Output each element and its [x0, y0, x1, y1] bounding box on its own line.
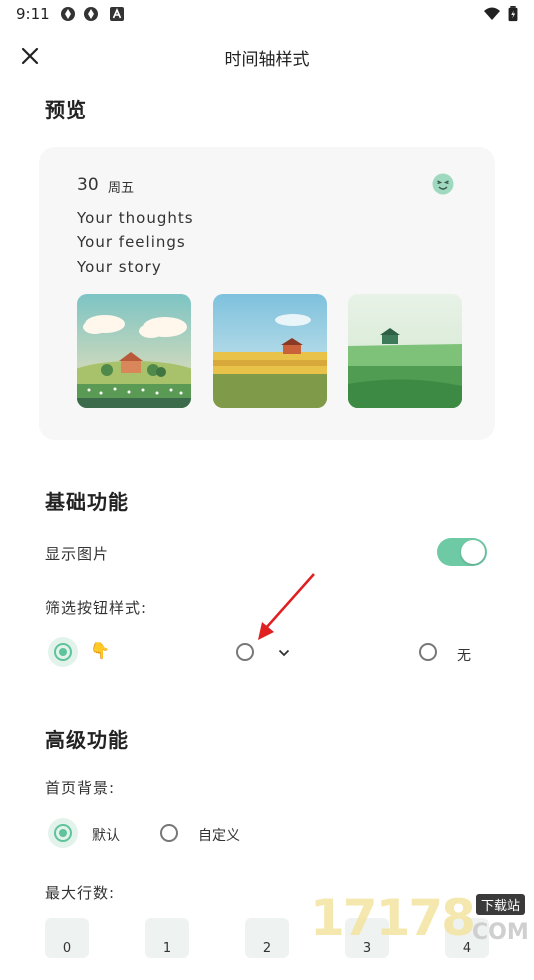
toggle-knob [461, 540, 485, 564]
wifi-icon [484, 7, 500, 20]
status-bar: 9:11 [0, 0, 534, 28]
annotation-arrow [258, 573, 315, 640]
preview-heading: 预览 [45, 98, 87, 122]
watermark-badge: 下载站 [476, 894, 526, 915]
radio-bg-custom-label: 自定义 [198, 828, 240, 844]
preview-card: 30 周五 Your thoughts Your feelings Your s… [39, 147, 495, 440]
cottage-landscape-image [77, 294, 191, 408]
radio-filter-none[interactable] [419, 643, 437, 661]
title-bar: 时间轴样式 [0, 34, 534, 78]
advanced-heading: 高级功能 [45, 728, 129, 752]
max-rows-option-0[interactable]: 0 [45, 918, 89, 958]
max-rows-option-1[interactable]: 1 [145, 918, 189, 958]
watermark-number: 17178 [310, 889, 476, 947]
preview-line: Your feelings [77, 233, 186, 251]
radio-filter-chevron[interactable] [236, 643, 254, 661]
chevron-down-icon [278, 649, 290, 657]
farm-wheat-field-image [213, 294, 327, 408]
preview-line: Your thoughts [77, 209, 194, 227]
battery-icon [508, 6, 518, 22]
home-bg-label: 首页背景: [45, 779, 116, 797]
sync-icon [84, 7, 98, 21]
show-image-label: 显示图片 [45, 545, 110, 563]
page-title: 时间轴样式 [224, 50, 310, 70]
max-rows-option-2[interactable]: 2 [245, 918, 289, 958]
sync-icon [61, 7, 75, 21]
watermark-suffix: COM [472, 920, 529, 945]
mood-face-icon [432, 173, 454, 195]
watermark-logo: 17178 下载站 COM [306, 886, 534, 950]
date-number: 30 [77, 175, 99, 195]
basic-heading: 基础功能 [45, 490, 129, 514]
weekday: 周五 [108, 181, 135, 196]
finger-pointer-icon: 👇 [90, 641, 110, 660]
filter-style-label: 筛选按钮样式: [45, 599, 148, 617]
status-time: 9:11 [16, 5, 50, 23]
green-meadow-image [348, 294, 462, 408]
radio-bg-default-label: 默认 [92, 828, 120, 844]
radio-filter-finger[interactable] [54, 643, 72, 661]
radio-bg-custom[interactable] [160, 824, 178, 842]
max-rows-label: 最大行数: [45, 884, 116, 902]
preview-line: Your story [77, 258, 162, 276]
radio-filter-none-label: 无 [457, 648, 471, 664]
radio-bg-default[interactable] [54, 824, 72, 842]
a-icon [110, 7, 124, 21]
show-image-toggle[interactable] [437, 538, 487, 566]
